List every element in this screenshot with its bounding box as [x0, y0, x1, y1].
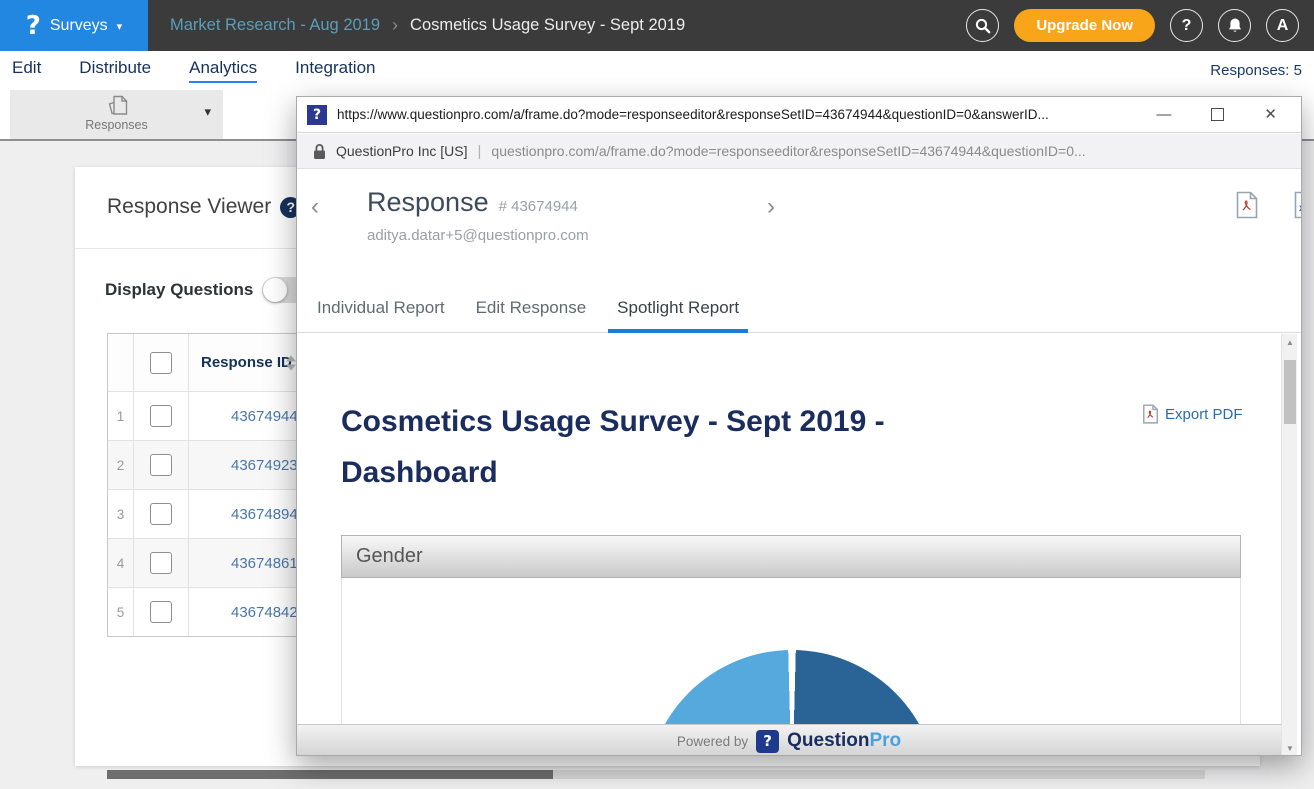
- response-header: Response # 43674944: [367, 187, 578, 218]
- tab-integration[interactable]: Integration: [295, 58, 375, 83]
- responses-tool-label: Responses: [10, 118, 223, 132]
- security-address-bar: QuestionPro Inc [US] | questionpro.com/a…: [297, 134, 1301, 169]
- tab-edit[interactable]: Edit: [12, 58, 41, 83]
- respondent-email: aditya.datar+5@questionpro.com: [367, 227, 589, 244]
- row-checkbox[interactable]: [150, 503, 172, 525]
- checkbox-cell: [134, 392, 189, 440]
- response-editor-window: ? https://www.questionpro.com/a/frame.do…: [296, 96, 1302, 756]
- security-divider: |: [478, 143, 482, 160]
- scroll-up-arrow-icon[interactable]: ▲: [1282, 338, 1298, 347]
- security-url[interactable]: questionpro.com/a/frame.do?mode=response…: [491, 143, 1301, 159]
- row-number: 4: [108, 539, 134, 587]
- tab-distribute[interactable]: Distribute: [79, 58, 151, 83]
- row-checkbox[interactable]: [150, 405, 172, 427]
- horizontal-scrollbar-thumb[interactable]: [107, 770, 553, 779]
- tab-edit-response[interactable]: Edit Response: [476, 291, 587, 333]
- dashboard-title: Cosmetics Usage Survey - Sept 2019 - Das…: [341, 396, 1001, 498]
- previous-response-button[interactable]: ‹: [311, 195, 319, 219]
- gender-pie: [646, 650, 938, 724]
- pdf-file-icon: [1142, 404, 1159, 424]
- surveys-menu[interactable]: ? Surveys ▾: [0, 0, 148, 51]
- breadcrumb-survey-title: Cosmetics Usage Survey - Sept 2019: [410, 16, 685, 35]
- export-doc-icon-partial[interactable]: x: [1293, 191, 1302, 224]
- row-checkbox[interactable]: [150, 552, 172, 574]
- questionpro-footer-logo-icon: ?: [756, 730, 779, 753]
- window-controls: — ✕: [1156, 107, 1291, 122]
- survey-nav: Edit Distribute Analytics Integration Re…: [0, 51, 1314, 90]
- app-screen: ? Surveys ▾ Market Research - Aug 2019 ›…: [0, 0, 1314, 789]
- sort-icon[interactable]: [286, 355, 296, 370]
- row-number: 5: [108, 588, 134, 636]
- page-title: Response Viewer ?: [107, 195, 301, 219]
- horizontal-scrollbar[interactable]: [107, 770, 1205, 779]
- maximize-icon[interactable]: [1211, 108, 1224, 121]
- gender-section-title: Gender: [356, 545, 423, 568]
- popup-title-bar[interactable]: ? https://www.questionpro.com/a/frame.do…: [297, 97, 1301, 133]
- bell-icon: [1227, 17, 1243, 34]
- powered-by-bar: Powered by ? QuestionPro: [297, 724, 1281, 756]
- product-name: Surveys: [50, 17, 108, 35]
- top-header: ? Surveys ▾ Market Research - Aug 2019 ›…: [0, 0, 1314, 51]
- avatar-initial: A: [1277, 17, 1289, 35]
- help-button[interactable]: ?: [1170, 9, 1203, 42]
- avatar[interactable]: A: [1266, 9, 1299, 42]
- next-response-button[interactable]: ›: [767, 195, 775, 219]
- tab-analytics[interactable]: Analytics: [189, 58, 257, 83]
- header-actions: Upgrade Now ? A: [966, 9, 1314, 42]
- popup-url-text: https://www.questionpro.com/a/frame.do?m…: [337, 107, 1146, 122]
- checkbox-cell: [134, 490, 189, 538]
- select-all-checkbox[interactable]: [150, 352, 172, 374]
- breadcrumb-folder-link[interactable]: Market Research - Aug 2019: [170, 16, 380, 35]
- search-icon: [975, 18, 991, 34]
- minimize-icon[interactable]: —: [1156, 107, 1171, 122]
- svg-text:x: x: [1299, 203, 1302, 214]
- select-all-cell: [134, 334, 189, 391]
- chevron-down-icon: ▾: [117, 20, 123, 33]
- security-org[interactable]: QuestionPro Inc [US]: [336, 143, 468, 159]
- row-number: 1: [108, 392, 134, 440]
- display-questions-label: Display Questions: [105, 280, 253, 300]
- checkbox-cell: [134, 588, 189, 636]
- lock-icon: [313, 143, 326, 160]
- row-number-header: [108, 334, 134, 391]
- export-pdf-icon[interactable]: [1235, 191, 1259, 224]
- popup-vertical-scrollbar[interactable]: ▲ ▼: [1281, 334, 1297, 756]
- checkbox-cell: [134, 539, 189, 587]
- row-number: 2: [108, 441, 134, 489]
- breadcrumb: Market Research - Aug 2019 › Cosmetics U…: [170, 15, 685, 36]
- report-tabs: Individual Report Edit Response Spotligh…: [297, 291, 1301, 333]
- close-icon[interactable]: ✕: [1264, 107, 1277, 122]
- breadcrumb-separator-icon: ›: [392, 15, 398, 36]
- row-number: 3: [108, 490, 134, 538]
- response-id: # 43674944: [499, 198, 578, 215]
- questionpro-wordmark[interactable]: QuestionPro: [787, 730, 901, 752]
- powered-by-label: Powered by: [677, 734, 748, 749]
- spotlight-report-content: Cosmetics Usage Survey - Sept 2019 - Das…: [297, 334, 1281, 724]
- gender-section-header: Gender: [341, 535, 1241, 578]
- popup-scrollbar-thumb[interactable]: [1284, 360, 1296, 424]
- toggle-knob: [263, 278, 287, 302]
- tab-individual-report[interactable]: Individual Report: [317, 291, 445, 333]
- response-viewer-title: Response Viewer: [107, 195, 271, 219]
- scroll-down-arrow-icon[interactable]: ▼: [1282, 744, 1298, 753]
- gender-section: Gender: [341, 535, 1241, 724]
- questionpro-logo-icon: ?: [26, 11, 41, 41]
- search-button[interactable]: [966, 9, 999, 42]
- tab-spotlight-report[interactable]: Spotlight Report: [608, 291, 748, 333]
- row-checkbox[interactable]: [150, 454, 172, 476]
- question-mark-icon: ?: [1182, 17, 1192, 35]
- checkbox-cell: [134, 441, 189, 489]
- gender-chart-area: [341, 578, 1241, 724]
- upgrade-now-button[interactable]: Upgrade Now: [1014, 9, 1155, 42]
- questionpro-favicon-icon: ?: [307, 105, 327, 125]
- responses-tool-button[interactable]: Responses ▾: [10, 90, 223, 139]
- responses-count: Responses: 5: [1210, 62, 1314, 79]
- response-title: Response: [367, 187, 489, 218]
- row-checkbox[interactable]: [150, 601, 172, 623]
- survey-nav-tabs: Edit Distribute Analytics Integration: [0, 58, 375, 83]
- responses-dropdown-caret-icon[interactable]: ▾: [204, 104, 211, 120]
- notifications-button[interactable]: [1218, 9, 1251, 42]
- export-pdf-link[interactable]: Export PDF: [1142, 404, 1243, 424]
